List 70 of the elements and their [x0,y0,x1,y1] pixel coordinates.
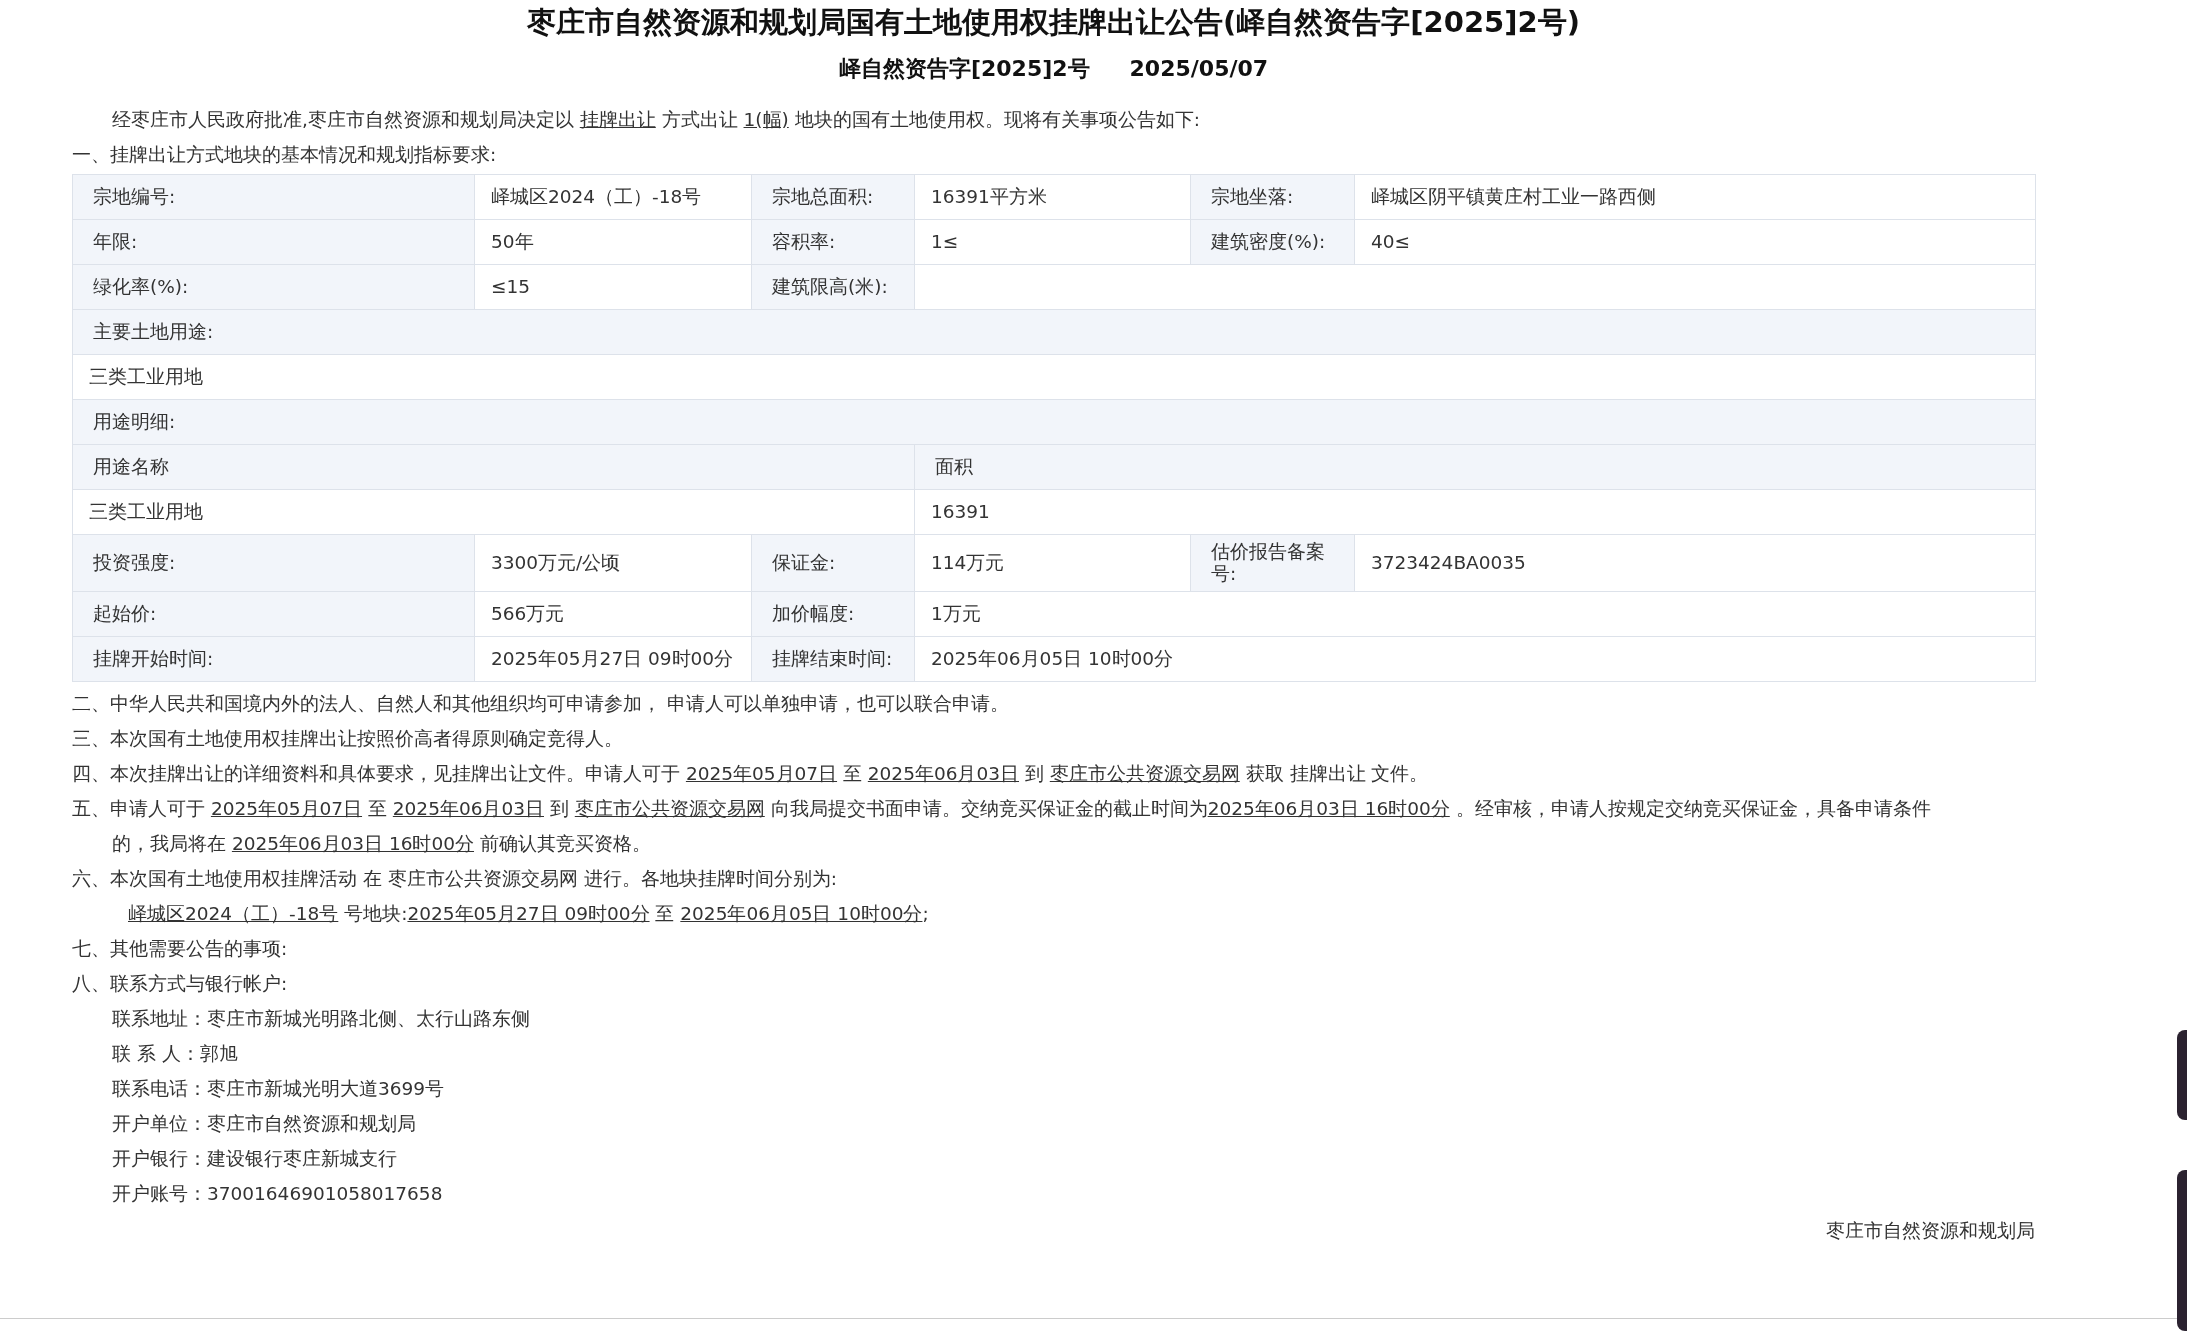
field-value: 2025年06月05日 10时00分 [914,636,2036,682]
table-heading: 主要土地用途: [72,309,2036,355]
signature: 枣庄市自然资源和规划局 [1825,1219,2035,1243]
field-value: 1万元 [914,591,2036,637]
field-value: 1≤ [914,219,1191,265]
link[interactable]: 2025年06月03日 16时00分 [1207,798,1450,819]
field-label: 保证金: [751,534,915,592]
notice-paragraph: 八、联系方式与银行帐户: [72,972,289,996]
link[interactable]: 2025年06月03日 [392,798,544,819]
contact-line: 联 系 人：郭旭 [111,1042,239,1066]
field-label: 宗地编号: [72,174,475,220]
link[interactable]: 枣庄市公共资源交易网 [1049,763,1240,784]
field-label: 加价幅度: [751,591,915,637]
field-value: 峄城区2024（工）-18号 [474,174,752,220]
field-value: 3723424BA0035 [1354,534,2036,592]
page-title: 枣庄市自然资源和规划局国有土地使用权挂牌出让公告(峄自然资告字[2025]2号) [526,4,1581,41]
field-value: 2025年05月27日 09时00分 [474,636,752,682]
table-heading: 用途明细: [72,399,2036,445]
field-value: 114万元 [914,534,1191,592]
field-label: 建筑限高(米): [751,264,915,310]
field-value: 50年 [474,219,752,265]
table-cell: 16391 [914,489,2036,535]
table-heading: 面积 [914,444,2036,490]
table-cell: 三类工业用地 [72,489,915,535]
notice-paragraph: 峄城区2024（工）-18号 号地块:2025年05月27日 09时00分 至 2025年06月05日 10时00分; [127,902,930,926]
field-label: 挂牌开始时间: [72,636,475,682]
field-label: 容积率: [751,219,915,265]
field-label: 建筑密度(%): [1190,219,1355,265]
link[interactable]: 2025年05月27日 09时00分 [407,903,650,924]
field-label: 年限: [72,219,475,265]
field-value: 3300万元/公顷 [474,534,752,592]
field-label: 绿化率(%): [72,264,475,310]
field-label: 估价报告备案号: [1190,534,1355,592]
field-value: 566万元 [474,591,752,637]
field-label: 挂牌结束时间: [751,636,915,682]
contact-line: 联系地址：枣庄市新城光明路北侧、太行山路东侧 [111,1007,531,1031]
field-value: ≤15 [474,264,752,310]
section-heading: 一、挂牌出让方式地块的基本情况和规划指标要求: [72,143,498,167]
link[interactable]: 2025年06月03日 16时00分 [231,833,474,854]
field-label: 起始价: [72,591,475,637]
side-tab[interactable] [2177,1030,2187,1120]
notice-paragraph: 五、申请人可于 2025年05月07日 至 2025年06月03日 到 枣庄市公共资源交易网 向我局提交书面申请。交纳竞买保证金的截止时间为2025年06月03日 16时00分 。经审核，申请人按规定交纳竞买保证金，具备申请条件的，我局将在 2025年06月03日 16时00分 前确认其竞买资格。 [72,797,1932,856]
field-label: 投资强度: [72,534,475,592]
notice-paragraph: 六、本次国有土地使用权挂牌活动 在 枣庄市公共资源交易网 进行。各地块挂牌时间分别为: [72,867,838,891]
notice-paragraph: 三、本次国有土地使用权挂牌出让按照价高者得原则确定竞得人。 [72,727,624,751]
field-value: 峄城区阴平镇黄庄村工业一路西侧 [1354,174,2036,220]
link[interactable]: 峄城区2024（工）-18号 [128,903,339,924]
field-value: 40≤ [1354,219,2036,265]
link[interactable]: 2025年06月03日 [867,763,1019,784]
contact-line: 开户银行：建设银行枣庄新城支行 [111,1147,398,1171]
link[interactable]: 挂牌出让 [579,109,656,130]
contact-line: 开户账号：37001646901058017658 [111,1182,444,1206]
link[interactable]: 枣庄市公共资源交易网 [574,798,765,819]
notice-paragraph: 七、其他需要公告的事项: [72,937,289,961]
field-label: 宗地总面积: [751,174,915,220]
field-label: 宗地坐落: [1190,174,1355,220]
table-cell: 三类工业用地 [72,354,2036,400]
table-heading: 用途名称 [72,444,915,490]
contact-line: 开户单位：枣庄市自然资源和规划局 [111,1112,417,1136]
link[interactable]: 2025年05月07日 [685,763,838,784]
notice-paragraph: 四、本次挂牌出让的详细资料和具体要求，见挂牌出让文件。申请人可于 2025年05月07日 至 2025年06月03日 到 枣庄市公共资源交易网 获取 挂牌出让 文件。 [72,762,1430,786]
link[interactable]: 2025年06月05日 10时00分 [680,903,923,924]
intro-paragraph: 经枣庄市人民政府批准,枣庄市自然资源和规划局决定以 挂牌出让 方式出让 1(幅) 地块的国有土地使用权。现将有关事项公告如下: [111,108,1201,132]
field-value: 16391平方米 [914,174,1191,220]
link[interactable]: 2025年05月07日 [210,798,363,819]
contact-line: 联系电话：枣庄市新城光明大道3699号 [111,1077,446,1101]
notice-paragraph: 二、中华人民共和国境内外的法人、自然人和其他组织均可申请参加， 申请人可以单独申请，也可以联合申请。 [72,692,1010,716]
document-number: 峄自然资告字[2025]2号 [838,55,1090,83]
link[interactable]: 1(幅) [743,109,789,130]
publish-date: 2025/05/07 [1129,55,1269,83]
